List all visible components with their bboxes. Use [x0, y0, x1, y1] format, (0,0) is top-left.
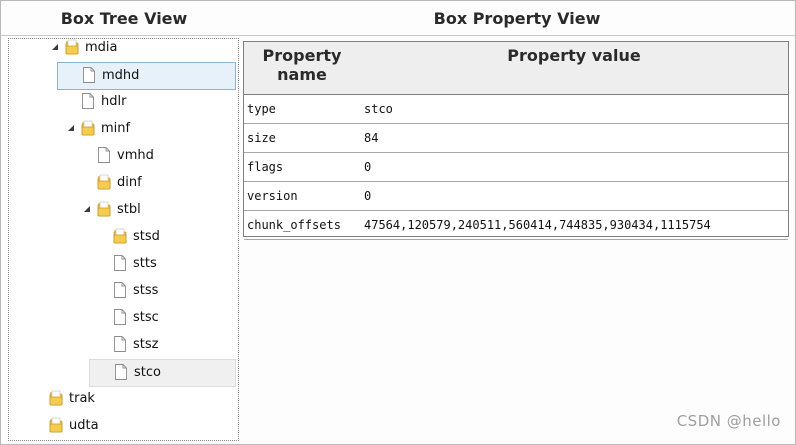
folder-icon — [65, 39, 79, 55]
collapsed-arrow-icon[interactable] — [35, 420, 45, 430]
app-window: Box Tree View Box Property View mdia mdhd… — [0, 0, 796, 445]
file-icon — [113, 282, 127, 298]
tree-node-label: vmhd — [117, 148, 154, 163]
folder-icon — [97, 174, 111, 190]
property-view-title: Box Property View — [433, 9, 601, 28]
property-row-flags[interactable]: flags 0 — [244, 152, 788, 182]
tree-node-stsz[interactable]: stsz — [9, 332, 234, 358]
folder-icon — [113, 228, 127, 244]
tree-node-stco[interactable]: stco — [89, 359, 236, 387]
tree-node-label: mdhd — [102, 68, 140, 83]
tree-node-label: stsz — [133, 337, 159, 352]
tree-node-label: stco — [134, 365, 161, 380]
tree-node-udta[interactable]: udta — [9, 413, 234, 439]
tree-node-label: trak — [69, 391, 95, 406]
file-icon — [113, 309, 127, 325]
file-icon — [114, 364, 128, 380]
tree-node-hdlr[interactable]: hdlr — [9, 89, 234, 115]
tree-node-stsd[interactable]: stsd — [9, 224, 234, 250]
tree-node-label: stss — [133, 283, 159, 298]
tree-node-label: minf — [101, 121, 131, 136]
collapsed-arrow-icon[interactable] — [83, 177, 93, 187]
file-icon — [97, 147, 111, 163]
tree-node-label: stsc — [133, 310, 159, 325]
tree-node-label: stts — [133, 256, 157, 271]
tree-node-label: dinf — [117, 175, 142, 190]
folder-icon — [49, 417, 63, 433]
property-name-cell: chunk_offsets — [244, 210, 360, 240]
tree-node-label: stbl — [117, 202, 141, 217]
tree-node-label: hdlr — [101, 94, 127, 109]
tree-node-dinf[interactable]: dinf — [9, 170, 234, 196]
tree-node-stsc[interactable]: stsc — [9, 305, 234, 331]
folder-icon — [97, 201, 111, 217]
property-value-cell: stco — [360, 94, 788, 124]
property-value-cell: 84 — [360, 123, 788, 153]
collapsed-arrow-icon[interactable] — [99, 231, 109, 241]
tree-node-minf[interactable]: minf — [9, 116, 234, 142]
tree-node-stts[interactable]: stts — [9, 251, 234, 277]
expanded-arrow-icon[interactable] — [67, 123, 77, 133]
file-icon — [113, 255, 127, 271]
property-row-type[interactable]: type stco — [244, 94, 788, 124]
property-table-header: Property name Property value — [244, 42, 788, 95]
property-row-chunk_offsets[interactable]: chunk_offsets 47564,120579,240511,560414,… — [244, 210, 788, 240]
column-header-property-value[interactable]: Property value — [360, 42, 788, 95]
tree-node-label: mdia — [85, 40, 118, 55]
property-value-cell: 0 — [360, 181, 788, 211]
tree-node-vmhd[interactable]: vmhd — [9, 143, 234, 169]
tree-view-title: Box Tree View — [60, 9, 188, 28]
folder-icon — [81, 120, 95, 136]
file-icon — [82, 67, 96, 83]
file-icon — [113, 336, 127, 352]
tree-node-mdhd[interactable]: mdhd — [57, 62, 236, 90]
property-value-cell: 47564,120579,240511,560414,744835,930434… — [360, 210, 788, 240]
tree-node-trak[interactable]: trak — [9, 386, 234, 412]
property-name-cell: flags — [244, 152, 360, 182]
property-panel: Property name Property value type stco siz… — [243, 41, 789, 240]
tree-node-label: udta — [69, 418, 99, 433]
property-name-cell: type — [244, 94, 360, 124]
property-row-version[interactable]: version 0 — [244, 181, 788, 211]
column-header-property-name[interactable]: Property name — [244, 42, 360, 95]
tree-node-stss[interactable]: stss — [9, 278, 234, 304]
property-value-cell: 0 — [360, 152, 788, 182]
property-row-size[interactable]: size 84 — [244, 123, 788, 153]
tree-node-stbl[interactable]: stbl — [9, 197, 234, 223]
folder-icon — [49, 390, 63, 406]
header-divider — [1, 35, 795, 36]
tree-node-mdia[interactable]: mdia — [9, 39, 234, 61]
property-name-cell: size — [244, 123, 360, 153]
file-icon — [81, 93, 95, 109]
property-table: Property name Property value type stco siz… — [244, 42, 788, 240]
expanded-arrow-icon[interactable] — [51, 42, 61, 52]
box-tree[interactable]: mdia mdhd hdlr minf vmhd dinf stbl stsd stts stss… — [8, 38, 239, 441]
tree-node-label: stsd — [133, 229, 160, 244]
property-name-cell: version — [244, 181, 360, 211]
expanded-arrow-icon[interactable] — [83, 204, 93, 214]
watermark: CSDN @hello — [676, 412, 781, 430]
collapsed-arrow-icon[interactable] — [35, 393, 45, 403]
